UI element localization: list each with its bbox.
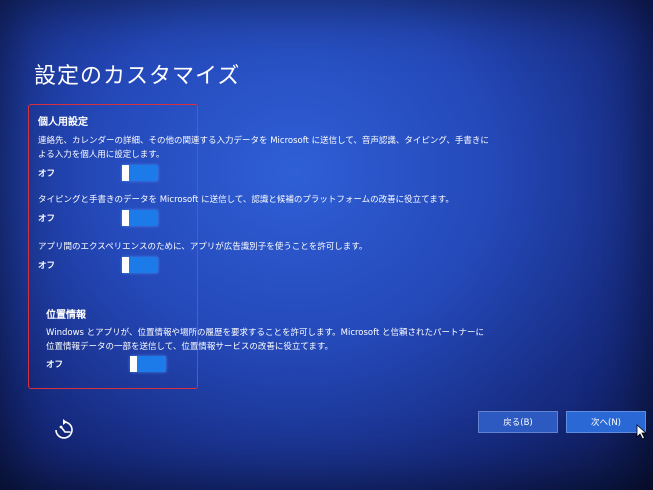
- toggle-switch-location[interactable]: [130, 356, 166, 372]
- setting-toggle-row-speech-inking: オフ: [38, 165, 158, 181]
- setting-description-line: よる入力を個人用に設定します。: [38, 150, 165, 160]
- toggle-knob: [122, 257, 129, 273]
- toggle-switch-typing-data[interactable]: [122, 210, 158, 226]
- toggle-knob: [122, 210, 129, 226]
- setting-description-line: タイピングと手書きのデータを Microsoft に送信して、認識と候補のプラッ…: [38, 195, 454, 205]
- toggle-knob: [122, 165, 129, 181]
- setting-toggle-row-advertising-id: オフ: [38, 257, 158, 273]
- setting-description-line: 連絡先、カレンダーの詳細、その他の関連する入力データを Microsoft に送…: [38, 136, 489, 146]
- setting-description-line: アプリ間のエクスペリエンスのために、アプリが広告識別子を使うことを許可します。: [38, 242, 368, 252]
- back-button[interactable]: 戻る(B): [478, 411, 558, 433]
- toggle-state-label: オフ: [38, 214, 56, 224]
- setting-toggle-row-location: オフ: [46, 356, 166, 372]
- setting-toggle-row-typing-data: オフ: [38, 210, 158, 226]
- setting-description-line: Windows とアプリが、位置情報や場所の履歴を要求することを許可します。Mi…: [46, 328, 485, 338]
- mouse-pointer-icon: [636, 424, 648, 440]
- section-heading-location: 位置情報: [46, 310, 86, 321]
- section-heading-personalization: 個人用設定: [38, 117, 88, 128]
- toggle-switch-speech-inking[interactable]: [122, 165, 158, 181]
- ease-of-access-icon[interactable]: [50, 416, 76, 442]
- setting-description-line: 位置情報データの一部を送信して、位置情報サービスの改善に役立てます。: [46, 342, 334, 352]
- toggle-switch-advertising-id[interactable]: [122, 257, 158, 273]
- next-button[interactable]: 次へ(N): [566, 411, 646, 433]
- toggle-state-label: オフ: [46, 360, 64, 370]
- toggle-state-label: オフ: [38, 169, 56, 179]
- toggle-state-label: オフ: [38, 261, 56, 271]
- toggle-knob: [130, 356, 137, 372]
- page-title: 設定のカスタマイズ: [34, 64, 241, 89]
